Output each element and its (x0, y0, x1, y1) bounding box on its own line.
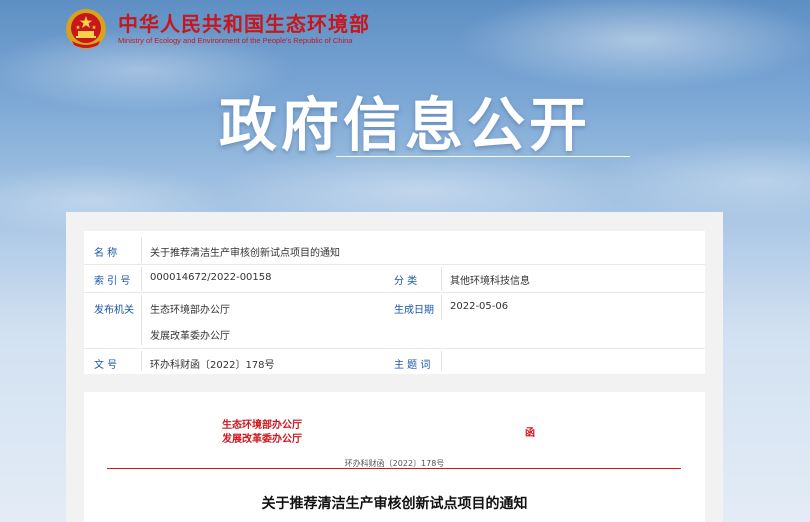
divider (141, 237, 142, 263)
org-name-cn: 中华人民共和国生态环境部 (118, 12, 370, 36)
category-label: 分 类 (394, 276, 418, 287)
row-divider (84, 264, 705, 265)
divider (441, 295, 442, 319)
name-label: 名 称 (94, 248, 118, 259)
red-divider (107, 468, 681, 469)
document-body: 生态环境部办公厅 发展改革委办公厅 函 环办科财函〔2022〕178号 关于推荐… (84, 392, 705, 522)
issuer-label: 发布机关 (94, 305, 134, 316)
org-name-en: Ministry of Ecology and Environment of t… (118, 36, 353, 45)
doc-issuer-2: 发展改革委办公厅 (222, 434, 302, 445)
category-value: 其他环境科技信息 (450, 276, 530, 287)
date-value: 2022-05-06 (450, 301, 509, 312)
issuer-value-1: 生态环境部办公厅 (150, 305, 230, 316)
index-label: 索 引 号 (94, 276, 131, 287)
row-divider (84, 292, 705, 293)
divider (141, 295, 142, 345)
title-underline (336, 156, 630, 157)
doc-title: 关于推荐清洁生产审核创新试点项目的通知 (261, 496, 528, 512)
row-divider (84, 348, 705, 349)
divider (141, 351, 142, 371)
doc-type-han: 函 (525, 428, 535, 439)
info-table: 名 称 关于推荐清洁生产审核创新试点项目的通知 索 引 号 000014672/… (84, 231, 705, 374)
date-label: 生成日期 (394, 305, 434, 316)
site-logo[interactable]: 中华人民共和国生态环境部 Ministry of Ecology and Env… (64, 6, 370, 52)
index-value: 000014672/2022-00158 (150, 272, 272, 283)
national-emblem-icon (66, 9, 106, 49)
divider (141, 267, 142, 291)
docno-value: 环办科财函〔2022〕178号 (150, 360, 275, 371)
name-value: 关于推荐清洁生产审核创新试点项目的通知 (150, 248, 340, 259)
keywords-label: 主 题 词 (394, 360, 431, 371)
docno-label: 文 号 (94, 360, 118, 371)
doc-issuer-1: 生态环境部办公厅 (222, 420, 302, 431)
page-title: 政府信息公开 (218, 91, 591, 159)
divider (441, 267, 442, 291)
issuer-value-2: 发展改革委办公厅 (150, 331, 230, 342)
divider (441, 351, 442, 371)
